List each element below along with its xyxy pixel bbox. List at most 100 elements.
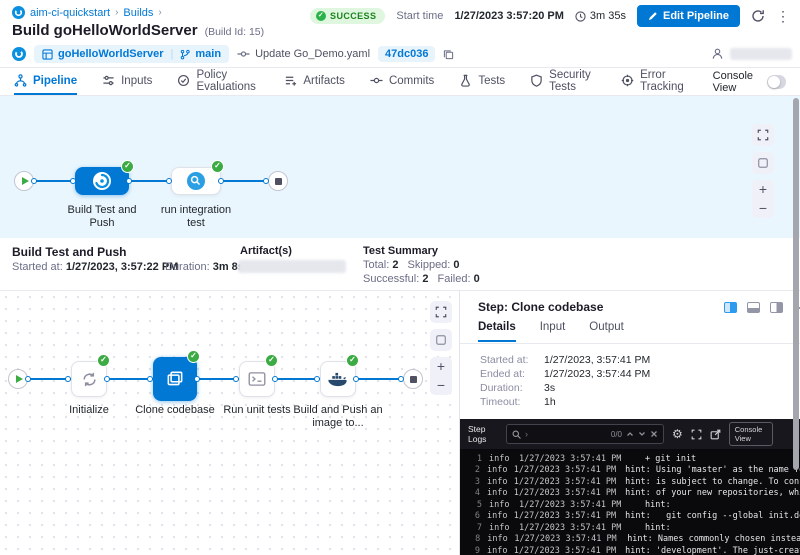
- tab-label: Tests: [478, 75, 505, 87]
- build-tabbar: Pipeline Inputs Policy Evaluations Artif…: [0, 68, 800, 96]
- stage-label[interactable]: Build Test and Push: [57, 204, 147, 230]
- log-time: 1/27/2023 3:57:41 PM: [519, 500, 637, 510]
- clock-icon: [575, 11, 586, 22]
- stage-started-at: Started at: 1/27/2023, 3:57:22 PM: [12, 261, 178, 273]
- commit-hash-link[interactable]: 47dc036: [378, 46, 435, 62]
- log-time: 1/27/2023 3:57:41 PM: [514, 465, 617, 475]
- zoom-in-button[interactable]: +: [437, 357, 445, 376]
- console-view-button[interactable]: Console View: [729, 422, 773, 446]
- log-msg: hint: git config --global init.defaul: [625, 511, 800, 521]
- expand-canvas-icon[interactable]: [430, 301, 452, 323]
- tab-commits[interactable]: Commits: [370, 68, 434, 95]
- edit-pipeline-button[interactable]: Edit Pipeline: [637, 5, 740, 27]
- edit-pipeline-label: Edit Pipeline: [663, 10, 729, 22]
- start-time-value: 1/27/2023 3:57:20 PM: [454, 10, 563, 22]
- step-details-panel: Step: Clone codebase Details Input Outpu…: [460, 290, 800, 555]
- tab-tests[interactable]: Tests: [459, 68, 505, 95]
- console-view-toggle[interactable]: [767, 75, 786, 89]
- field-timeout: Timeout: 1h: [480, 395, 650, 409]
- chevron-right-icon: ›: [115, 7, 118, 18]
- tab-details[interactable]: Details: [478, 321, 516, 342]
- commits-icon: [370, 74, 383, 87]
- log-lines[interactable]: 1info1/27/2023 3:57:41 PM+ git init2info…: [460, 453, 800, 555]
- tab-policy-evaluations[interactable]: Policy Evaluations: [177, 68, 259, 95]
- duration-label: Duration:: [165, 261, 210, 273]
- pipeline-end-node[interactable]: [268, 171, 288, 191]
- tab-output[interactable]: Output: [589, 321, 624, 342]
- divider: [460, 343, 800, 344]
- breadcrumb-project-link[interactable]: aim-ci-quickstart: [30, 7, 110, 19]
- log-level: info: [489, 454, 515, 464]
- ci-stage-icon: [187, 172, 205, 190]
- field-started-at: Started at: 1/27/2023, 3:57:41 PM: [480, 353, 650, 367]
- tab-error-tracking[interactable]: Error Tracking: [621, 68, 688, 95]
- step-label[interactable]: Build and Push an image to...: [293, 404, 383, 430]
- right-view-icon[interactable]: [770, 302, 783, 313]
- split-view-icon[interactable]: [724, 302, 737, 313]
- log-time: 1/27/2023 3:57:41 PM: [519, 523, 637, 533]
- fullscreen-icon[interactable]: [691, 429, 702, 440]
- zoom-in-button[interactable]: +: [759, 180, 767, 199]
- stage-label[interactable]: run integration test: [153, 204, 239, 230]
- search-icon: [512, 430, 521, 439]
- zoom-controls: + −: [430, 357, 452, 395]
- step-logs-tab[interactable]: Step Logs: [468, 424, 498, 444]
- step-node-clone-codebase[interactable]: [153, 357, 197, 401]
- log-msg: hint:: [645, 500, 671, 510]
- copy-icon[interactable]: [443, 49, 454, 60]
- field-value: 1/27/2023, 3:57:41 PM: [544, 354, 650, 366]
- port: [166, 178, 172, 184]
- clear-search-icon[interactable]: [650, 430, 658, 438]
- tab-input[interactable]: Input: [540, 321, 566, 342]
- user-avatar-icon[interactable]: [711, 47, 724, 60]
- log-msg: hint: Using 'master' as the name for th: [625, 465, 800, 475]
- stage-graph-canvas[interactable]: ✓ ✓ Build Test and Push run integration …: [0, 96, 800, 238]
- log-level: info: [489, 500, 515, 510]
- step-logs-console: Step Logs › 0/0 ⚙ Console View 1info1/27…: [460, 419, 800, 555]
- log-search-input[interactable]: › 0/0: [506, 424, 664, 444]
- repo-name: goHelloWorldServer: [58, 48, 164, 60]
- field-ended-at: Ended at: 1/27/2023, 3:57:44 PM: [480, 367, 650, 381]
- log-line: 1info1/27/2023 3:57:41 PM+ git init: [460, 453, 800, 465]
- tab-label: Policy Evaluations: [196, 69, 259, 93]
- zoom-controls: + −: [752, 180, 774, 218]
- log-num: 7: [466, 523, 482, 533]
- fit-to-screen-icon[interactable]: [430, 329, 452, 351]
- commit-message-group: Update Go_Demo.yaml: [237, 48, 370, 60]
- step-label[interactable]: Run unit tests: [217, 404, 297, 417]
- step-canvas-controls: + −: [430, 301, 452, 395]
- log-num: 3: [466, 477, 480, 487]
- tab-artifacts[interactable]: Artifacts: [284, 68, 345, 95]
- repo-branch-pill[interactable]: goHelloWorldServer | main: [34, 45, 229, 63]
- refresh-icon[interactable]: [751, 9, 765, 23]
- zoom-out-button[interactable]: −: [759, 199, 767, 218]
- log-settings-gear-icon[interactable]: ⚙: [672, 427, 683, 441]
- log-line: 6info1/27/2023 3:57:41 PMhint: git confi…: [460, 511, 800, 523]
- open-raw-logs-icon[interactable]: [710, 429, 721, 440]
- next-match-icon[interactable]: [638, 430, 646, 438]
- tab-security-tests[interactable]: Security Tests: [530, 68, 596, 95]
- zoom-out-button[interactable]: −: [437, 376, 445, 395]
- stage-end-node[interactable]: [403, 369, 423, 389]
- field-value: 1h: [544, 396, 556, 408]
- port: [398, 376, 404, 382]
- step-graph-canvas[interactable]: ✓ ✓ ✓ ✓ Initialize Clone codebase Run un…: [0, 290, 460, 555]
- port: [65, 376, 71, 382]
- tab-inputs[interactable]: Inputs: [102, 68, 152, 95]
- more-options-icon[interactable]: ⋮: [776, 8, 790, 25]
- previous-match-icon[interactable]: [626, 430, 634, 438]
- step-label[interactable]: Initialize: [54, 404, 124, 417]
- panel-layout-controls: [724, 302, 800, 313]
- breadcrumb-builds-link[interactable]: Builds: [123, 7, 153, 19]
- page-title: Build goHelloWorldServer: [12, 22, 198, 39]
- stage-node-build-test-and-push[interactable]: [75, 167, 129, 195]
- expand-canvas-icon[interactable]: [752, 124, 774, 146]
- step-label[interactable]: Clone codebase: [130, 404, 220, 417]
- bottom-view-icon[interactable]: [747, 302, 760, 313]
- field-label: Duration:: [480, 382, 544, 394]
- log-level: info: [487, 534, 510, 544]
- page-scrollbar[interactable]: [793, 98, 799, 470]
- port: [25, 376, 31, 382]
- fit-to-screen-icon[interactable]: [752, 152, 774, 174]
- tab-pipeline[interactable]: Pipeline: [14, 68, 77, 95]
